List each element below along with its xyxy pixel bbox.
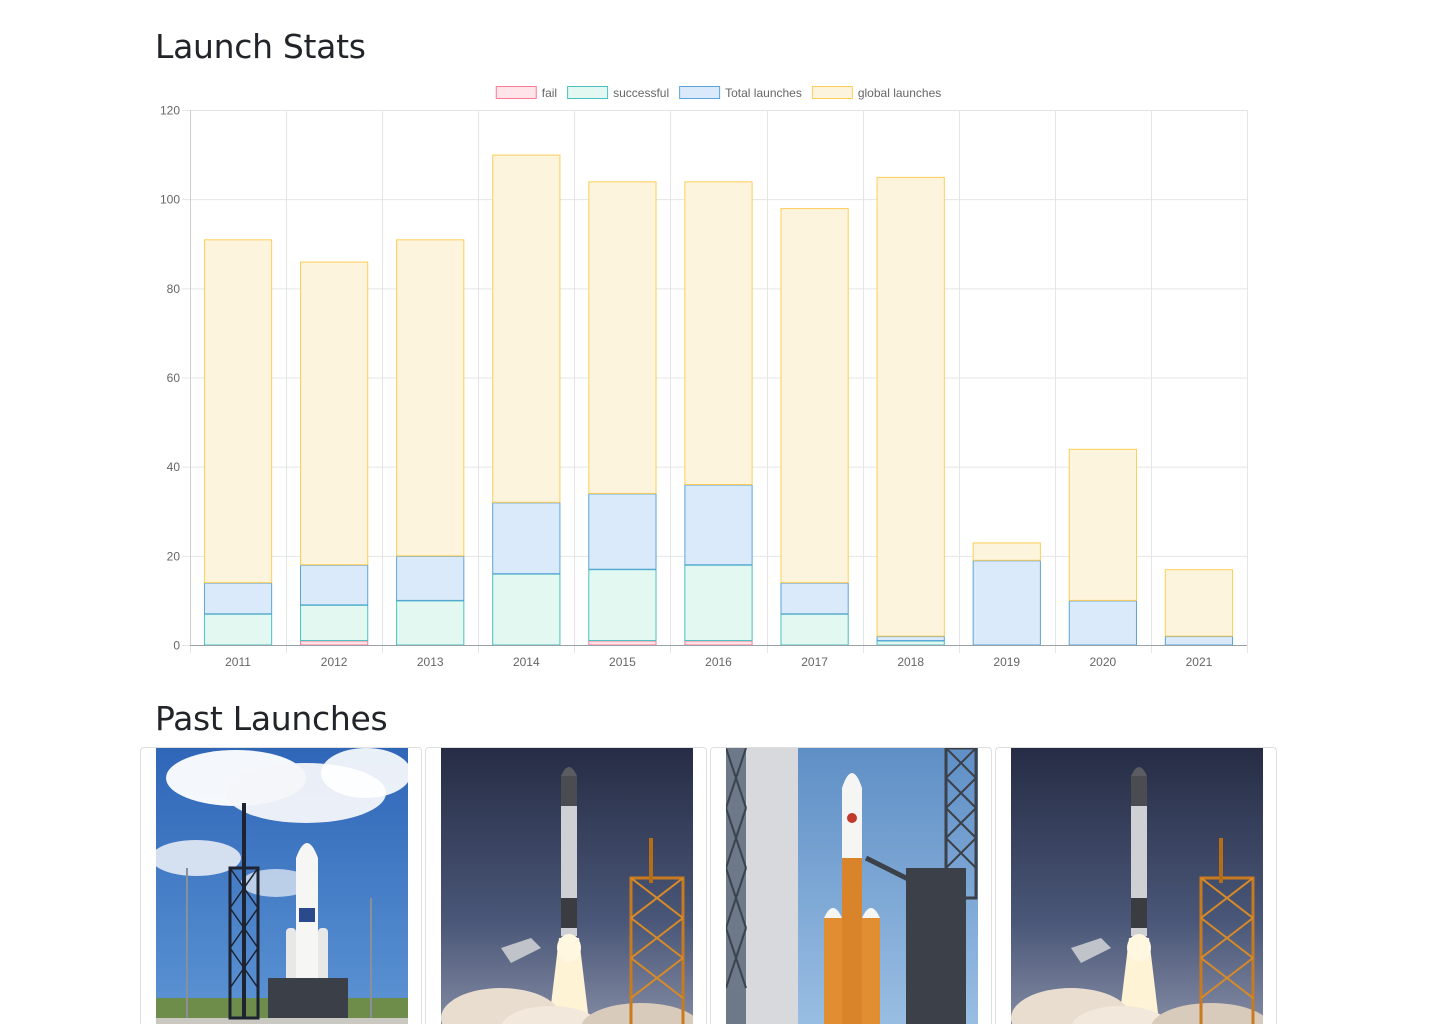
bar-successful[interactable] [300, 604, 369, 642]
legend-swatch [811, 86, 853, 99]
bar-fail[interactable] [300, 640, 369, 646]
legend-swatch [679, 86, 721, 99]
bar-fail[interactable] [588, 640, 657, 646]
y-tick-label: 60 [167, 371, 181, 385]
bar-successful[interactable] [396, 600, 465, 646]
bar-global-launches[interactable] [588, 181, 657, 494]
bar-successful[interactable] [684, 564, 753, 642]
bar-global-launches[interactable] [203, 239, 273, 584]
x-tick-label: 2011 [225, 655, 251, 669]
bar-total-launches[interactable] [1164, 636, 1234, 646]
bar-global-launches[interactable] [684, 181, 753, 485]
x-tick-label: 2012 [321, 655, 348, 669]
bar-global-launches[interactable] [396, 239, 465, 557]
bar-global-launches[interactable] [1068, 448, 1137, 601]
chart-legend: fail successful Total launches global launc… [495, 86, 941, 100]
launch-card[interactable] [140, 747, 422, 1024]
bar-successful[interactable] [203, 613, 273, 646]
past-launches-list [140, 747, 1280, 1024]
bar-total-launches[interactable] [492, 502, 561, 575]
legend-item-global-launches[interactable]: global launches [811, 86, 941, 100]
bar-global-launches[interactable] [876, 176, 945, 637]
x-tick-label: 2020 [1090, 655, 1117, 669]
bar-total-launches[interactable] [300, 564, 369, 606]
legend-label: successful [613, 86, 669, 100]
launch-card[interactable] [995, 747, 1277, 1024]
legend-item-successful[interactable]: successful [567, 86, 670, 100]
legend-label: fail [542, 86, 557, 100]
bar-successful[interactable] [492, 573, 561, 646]
bar-global-launches[interactable] [972, 542, 1041, 561]
bar-total-launches[interactable] [876, 636, 945, 642]
bar-total-launches[interactable] [684, 484, 753, 566]
y-tick-label: 40 [167, 460, 181, 474]
x-tick-label: 2017 [801, 655, 828, 669]
y-tick-label: 0 [173, 639, 180, 653]
y-tick-label: 20 [167, 549, 181, 563]
bar-total-launches[interactable] [588, 493, 657, 570]
bar-total-launches[interactable] [396, 555, 465, 601]
x-tick-label: 2014 [513, 655, 540, 669]
chart-bars [203, 154, 1234, 646]
x-tick-label: 2021 [1186, 655, 1213, 669]
launch-image[interactable] [726, 748, 978, 1024]
page: Launch Stats 0 20 40 60 80 100 120 2011 2012 2013… [0, 0, 1440, 1024]
launch-image[interactable] [1011, 748, 1263, 1024]
bar-global-launches[interactable] [492, 154, 561, 503]
bar-global-launches[interactable] [300, 261, 369, 566]
bar-total-launches[interactable] [1068, 600, 1137, 646]
past-launches-heading: Past Launches [155, 699, 388, 738]
bar-successful[interactable] [780, 613, 849, 646]
legend-label: Total launches [725, 86, 802, 100]
launch-stats-chart: 0 20 40 60 80 100 120 2011 2012 2013 2014 2015 2016 2… [160, 86, 1248, 669]
bar-successful[interactable] [588, 569, 657, 642]
bar-total-launches[interactable] [780, 582, 849, 615]
bar-global-launches[interactable] [780, 208, 849, 584]
y-tick-label: 80 [167, 282, 181, 296]
x-tick-label: 2015 [609, 655, 636, 669]
launch-image[interactable] [441, 748, 693, 1024]
legend-swatch [495, 86, 537, 99]
launch-image[interactable] [156, 748, 408, 1024]
bar-total-launches[interactable] [203, 582, 273, 615]
x-tick-label: 2018 [897, 655, 924, 669]
launch-card[interactable] [425, 747, 707, 1024]
legend-item-total-launches[interactable]: Total launches [679, 86, 802, 100]
y-tick-label: 100 [160, 193, 180, 207]
bar-fail[interactable] [684, 640, 753, 646]
x-tick-label: 2019 [993, 655, 1020, 669]
y-tick-label: 120 [160, 104, 180, 118]
x-tick-label: 2013 [417, 655, 444, 669]
bar-total-launches[interactable] [972, 560, 1041, 646]
legend-swatch [567, 86, 609, 99]
bar-global-launches[interactable] [1164, 569, 1234, 637]
legend-label: global launches [858, 86, 941, 100]
bar-successful[interactable] [876, 640, 945, 646]
x-tick-label: 2016 [705, 655, 732, 669]
legend-item-fail[interactable]: fail [495, 86, 557, 100]
launch-card[interactable] [710, 747, 992, 1024]
